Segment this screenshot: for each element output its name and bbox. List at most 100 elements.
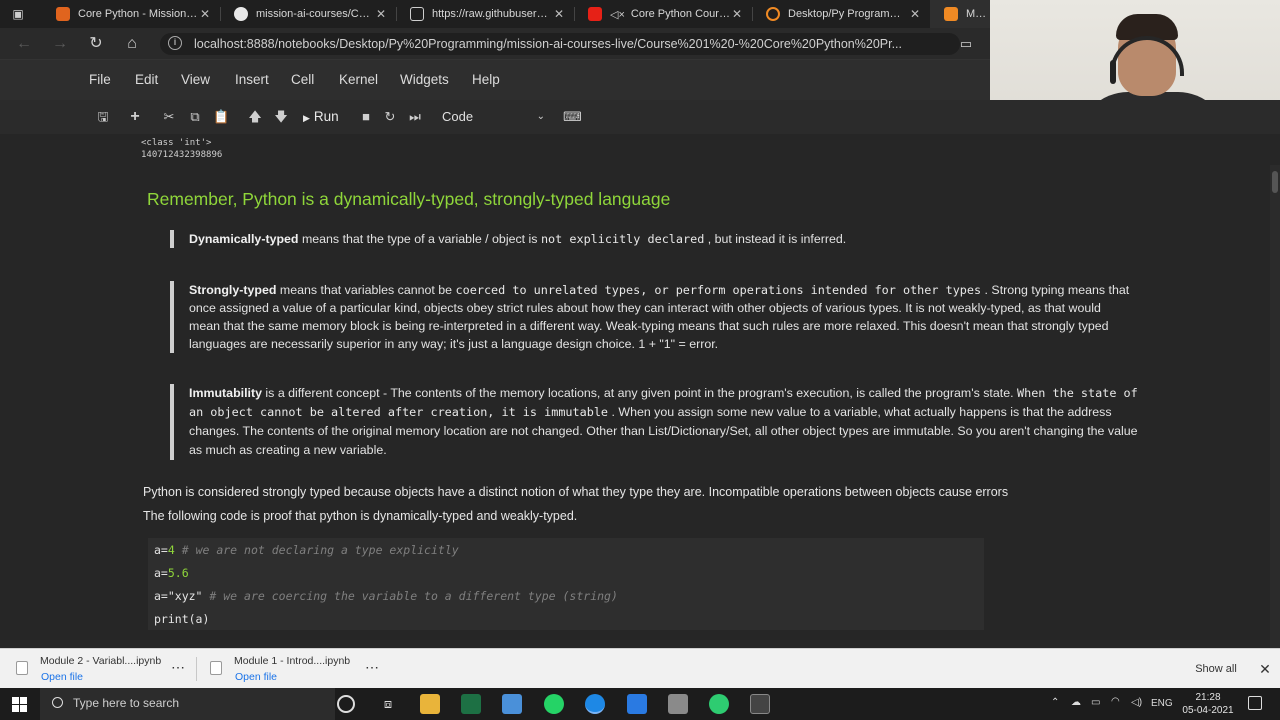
save-icon[interactable]: 🖫 bbox=[95, 108, 111, 126]
vscode-icon[interactable] bbox=[627, 694, 647, 714]
menu-view[interactable]: View bbox=[181, 72, 210, 87]
menu-kernel[interactable]: Kernel bbox=[339, 72, 378, 87]
close-tab-icon[interactable]: ✕ bbox=[198, 7, 212, 21]
downloads-bar: Module 2 - Variabl....ipynb Open file ⋯ … bbox=[0, 648, 1280, 688]
code-line: a=4 # we are not declaring a type explic… bbox=[154, 543, 459, 557]
more-options-icon[interactable]: ⋯ bbox=[365, 659, 379, 676]
show-hidden-icons-icon[interactable]: ⌃ bbox=[1051, 697, 1059, 708]
close-tab-icon[interactable]: ✕ bbox=[552, 7, 566, 21]
url-text: localhost:8888/notebooks/Desktop/Py%20Pr… bbox=[194, 37, 903, 51]
close-tab-icon[interactable]: ✕ bbox=[730, 7, 744, 21]
scrollbar-thumb[interactable] bbox=[1272, 171, 1278, 193]
move-up-icon[interactable]: 🡅 bbox=[247, 108, 263, 126]
run-button[interactable]: ▶ Run bbox=[303, 106, 355, 128]
insert-cell-below-icon[interactable]: + bbox=[127, 108, 143, 126]
code-cell-input[interactable]: a=4 # we are not declaring a type explic… bbox=[148, 538, 984, 630]
browser-address-row: ← → ↻ ⌂ localhost:8888/notebooks/Desktop… bbox=[0, 28, 990, 60]
vertical-scrollbar[interactable] bbox=[1270, 165, 1280, 648]
menu-widgets[interactable]: Widgets bbox=[400, 72, 449, 87]
close-tab-icon[interactable]: ✕ bbox=[908, 7, 922, 21]
cortana-icon[interactable] bbox=[337, 695, 355, 713]
previous-cell-output: <class 'int'> 140712432398896 bbox=[141, 138, 223, 160]
browser-tab[interactable]: Core Python - Mission AI ✕ bbox=[42, 0, 220, 28]
document-favicon-icon bbox=[410, 7, 424, 21]
address-bar[interactable]: localhost:8888/notebooks/Desktop/Py%20Pr… bbox=[160, 33, 960, 55]
jupyter-menubar: File Edit View Insert Cell Kernel Widget… bbox=[0, 60, 990, 100]
mission-ai-favicon-icon bbox=[56, 7, 70, 21]
muted-speaker-icon[interactable]: ◁× bbox=[610, 8, 625, 21]
show-all-downloads-button[interactable]: Show all bbox=[1193, 659, 1239, 679]
menu-file[interactable]: File bbox=[89, 72, 111, 87]
language-indicator[interactable]: ENG bbox=[1151, 698, 1173, 709]
notifications-icon[interactable] bbox=[1248, 696, 1262, 710]
taskbar-search-box[interactable]: Type here to search bbox=[40, 688, 335, 720]
cell-type-select[interactable]: Code ⌄ bbox=[433, 106, 551, 128]
command-palette-icon[interactable]: ⌨ bbox=[563, 108, 582, 126]
cut-icon[interactable]: ✂ bbox=[161, 108, 177, 126]
battery-icon[interactable]: ▭ bbox=[1091, 697, 1100, 708]
menu-insert[interactable]: Insert bbox=[235, 72, 269, 87]
jupyter-favicon-icon bbox=[766, 7, 780, 21]
paste-icon[interactable]: 📋 bbox=[213, 108, 229, 126]
close-tab-icon[interactable]: ✕ bbox=[374, 7, 388, 21]
browser-tab[interactable]: mission-ai-courses/Course ✕ bbox=[220, 0, 396, 28]
blockquote-immutability: Immutability is a different concept - Th… bbox=[170, 384, 1145, 460]
app-icon[interactable] bbox=[502, 694, 522, 714]
file-explorer-icon[interactable] bbox=[420, 694, 440, 714]
jupyter-toolbar: 🖫 + ✂ ⧉ 📋 🡅 🡇 ▶ Run ■ ↻ ⏭ Code ⌄ ⌨ bbox=[0, 100, 1280, 134]
reading-list-icon[interactable]: ▭ bbox=[956, 34, 976, 54]
site-info-icon[interactable]: i bbox=[168, 36, 182, 50]
menu-edit[interactable]: Edit bbox=[135, 72, 158, 87]
search-icon bbox=[52, 697, 63, 708]
onedrive-icon[interactable]: ☁ bbox=[1071, 697, 1081, 708]
restart-icon[interactable]: ↻ bbox=[382, 108, 398, 126]
windows-taskbar: Type here to search ⧈ ⌃ ☁ ▭ ◠ ◁) ENG 21:… bbox=[0, 688, 1280, 720]
restart-run-all-icon[interactable]: ⏭ bbox=[406, 108, 424, 126]
edge-browser-icon[interactable] bbox=[585, 694, 605, 714]
section-heading: Remember, Python is a dynamically-typed,… bbox=[147, 189, 671, 209]
browser-tab[interactable]: Desktop/Py Programming/ ✕ bbox=[752, 0, 930, 28]
run-icon: ▶ bbox=[303, 113, 310, 123]
youtube-favicon-icon bbox=[588, 7, 602, 21]
open-file-link[interactable]: Open file bbox=[235, 671, 277, 683]
blockquote-strongly-typed: Strongly-typed means that variables cann… bbox=[170, 281, 1130, 353]
github-favicon-icon bbox=[234, 7, 248, 21]
browser-tab[interactable]: https://raw.githubuserconte ✕ bbox=[396, 0, 574, 28]
volume-icon[interactable]: ◁) bbox=[1131, 697, 1142, 708]
app-icon[interactable] bbox=[709, 694, 729, 714]
chevron-down-icon: ⌄ bbox=[536, 111, 545, 122]
file-icon bbox=[16, 661, 28, 675]
terminal-icon[interactable] bbox=[750, 694, 770, 714]
home-icon[interactable]: ⌂ bbox=[122, 34, 142, 54]
copy-icon[interactable]: ⧉ bbox=[187, 108, 203, 126]
code-line: print(a) bbox=[154, 612, 210, 626]
stop-icon[interactable]: ■ bbox=[358, 108, 374, 126]
forward-arrow-icon[interactable]: → bbox=[50, 34, 70, 54]
windows-start-icon[interactable] bbox=[12, 697, 27, 712]
wifi-icon[interactable]: ◠ bbox=[1111, 696, 1120, 707]
more-options-icon[interactable]: ⋯ bbox=[171, 659, 185, 676]
download-item[interactable]: Module 2 - Variabl....ipynb Open file ⋯ bbox=[16, 653, 196, 685]
close-icon[interactable]: ✕ bbox=[1257, 659, 1273, 679]
jupyter-favicon-icon bbox=[944, 7, 958, 21]
code-line: a="xyz" # we are coercing the variable t… bbox=[154, 589, 618, 603]
browser-tab[interactable]: ◁× Core Python Course - ✕ bbox=[574, 0, 752, 28]
download-item[interactable]: Module 1 - Introd....ipynb Open file ⋯ bbox=[210, 653, 390, 685]
system-tray: ⌃ ☁ ▭ ◠ ◁) ENG bbox=[1045, 688, 1280, 720]
whatsapp-icon[interactable] bbox=[544, 694, 564, 714]
paragraph-proof: The following code is proof that python … bbox=[143, 509, 578, 523]
back-arrow-icon[interactable]: ← bbox=[14, 34, 34, 54]
taskbar-clock[interactable]: 21:28 05-04-2021 bbox=[1178, 691, 1238, 717]
task-view-icon[interactable]: ⧈ bbox=[378, 694, 398, 714]
open-file-link[interactable]: Open file bbox=[41, 671, 83, 683]
blockquote-dynamically-typed: Dynamically-typed means that the type of… bbox=[170, 230, 1120, 248]
reload-icon[interactable]: ↻ bbox=[86, 34, 106, 54]
menu-help[interactable]: Help bbox=[472, 72, 500, 87]
excel-icon[interactable] bbox=[461, 694, 481, 714]
paragraph-strongly-typed: Python is considered strongly typed beca… bbox=[143, 485, 1009, 499]
move-down-icon[interactable]: 🡇 bbox=[273, 108, 289, 126]
browser-tab-active[interactable]: Modul bbox=[930, 0, 990, 28]
menu-cell[interactable]: Cell bbox=[291, 72, 314, 87]
tab-actions-icon[interactable]: ▣ bbox=[8, 4, 28, 24]
app-icon[interactable] bbox=[668, 694, 688, 714]
